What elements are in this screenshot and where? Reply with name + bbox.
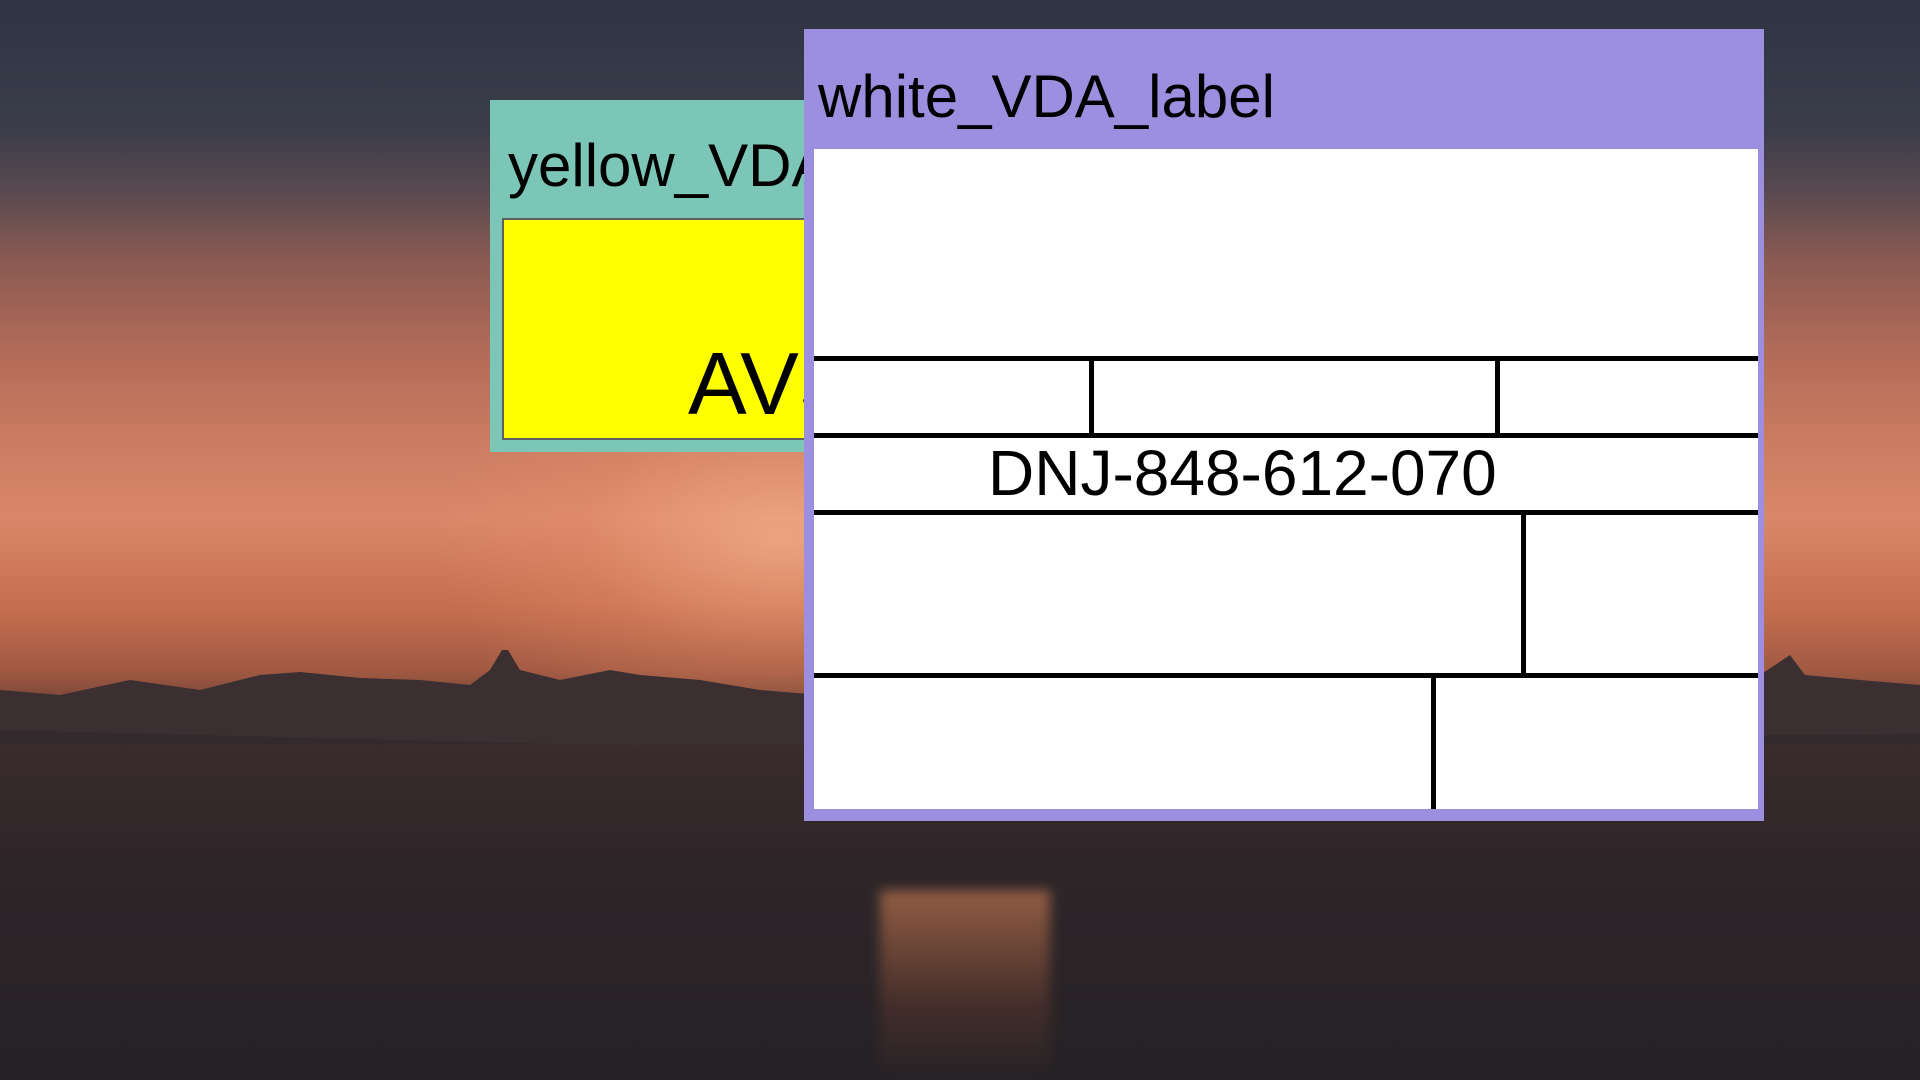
label-divider-1	[814, 356, 1758, 361]
label-divider-3	[814, 510, 1758, 515]
label-vdivider-2	[1495, 356, 1500, 436]
label-vdivider-4	[1431, 673, 1436, 809]
white-window-title: white_VDA_label	[818, 63, 1275, 130]
label-vdivider-1	[1089, 356, 1094, 436]
white-label-area: DNJ-848-612-070	[814, 149, 1758, 809]
white-label-code: DNJ-848-612-070	[988, 437, 1497, 509]
label-vdivider-3	[1521, 510, 1526, 676]
white-vda-label-window[interactable]: white_VDA_label DNJ-848-612-070	[804, 29, 1764, 821]
desktop-background: yellow_VDA_label AVS white_VDA_label DNJ…	[0, 0, 1920, 1080]
sun-reflection	[880, 890, 1050, 1080]
label-divider-4	[814, 673, 1758, 678]
